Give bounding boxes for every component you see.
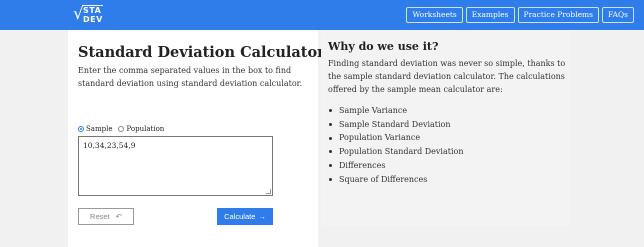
logo-line-1: STA — [83, 6, 102, 15]
reset-button[interactable]: Reset ↶ — [78, 208, 134, 225]
page-title: Standard Deviation Calculator — [78, 44, 325, 61]
list-item: Population Variance — [329, 131, 464, 145]
list-item: Sample Variance — [329, 104, 464, 118]
calculate-label: Calculate — [224, 212, 256, 221]
features-list: Sample Variance Sample Standard Deviatio… — [329, 104, 464, 186]
info-text: Finding standard deviation was never so … — [328, 59, 566, 94]
main-nav: Worksheets Examples Practice Problems FA… — [406, 7, 634, 23]
bullet-icon — [329, 150, 332, 154]
bullet-icon — [329, 109, 332, 113]
nav-worksheets[interactable]: Worksheets — [406, 7, 463, 23]
calculator-description: Enter the comma separated values in the … — [78, 66, 303, 88]
nav-faqs[interactable]: FAQs — [602, 7, 634, 23]
logo-line-2: DEV — [83, 15, 103, 24]
radio-sample[interactable] — [78, 126, 84, 132]
radio-population[interactable] — [118, 126, 125, 132]
resize-handle-icon[interactable] — [266, 189, 271, 194]
info-panel: Why do we use it? Finding standard devia… — [321, 30, 571, 226]
calculator-panel: Standard Deviation Calculator Enter the … — [68, 30, 325, 247]
nav-practice-problems[interactable]: Practice Problems — [517, 7, 600, 23]
list-item: Square of Differences — [329, 173, 464, 187]
values-input[interactable]: 10,34,23,54,9 — [78, 136, 273, 196]
logo-text: STA DEV — [82, 5, 103, 24]
nav-examples[interactable]: Examples — [465, 7, 515, 23]
reset-label: Reset — [90, 212, 110, 221]
info-title: Why do we use it? — [328, 40, 439, 53]
undo-icon: ↶ — [115, 212, 122, 221]
top-navbar: √ STA DEV Worksheets Examples Practice P… — [0, 0, 644, 30]
bullet-icon — [329, 177, 332, 181]
radio-population-label[interactable]: Population — [126, 125, 164, 133]
bullet-icon — [329, 164, 332, 168]
mode-radio-group: Sample Population — [78, 125, 170, 133]
calculate-button[interactable]: Calculate → — [217, 208, 273, 225]
arrow-right-icon: → — [258, 212, 266, 221]
bullet-icon — [329, 123, 332, 127]
list-item: Differences — [329, 159, 464, 173]
radio-sample-label[interactable]: Sample — [86, 125, 112, 133]
bullet-icon — [329, 136, 332, 140]
list-item: Population Standard Deviation — [329, 145, 464, 159]
site-logo[interactable]: √ STA DEV — [73, 3, 103, 26]
list-item: Sample Standard Deviation — [329, 118, 464, 132]
